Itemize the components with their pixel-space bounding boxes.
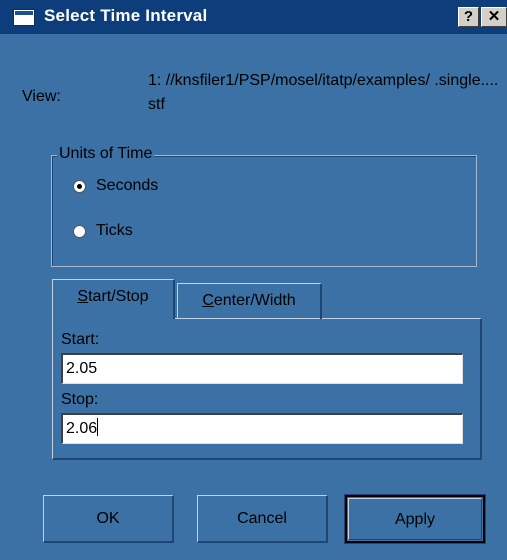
text-caret	[97, 418, 99, 436]
window-icon	[13, 9, 35, 26]
radio-seconds[interactable]: Seconds	[73, 177, 158, 195]
start-label: Start:	[61, 331, 100, 348]
start-input-value: 2.05	[66, 360, 98, 377]
title-bar[interactable]: Select Time Interval ? ✕	[0, 0, 507, 34]
apply-button-label: Apply	[394, 511, 436, 528]
start-input[interactable]: 2.05	[61, 353, 463, 384]
tab-center-width-accelerator: C	[202, 292, 214, 309]
tab-center-width[interactable]: Center/Width	[177, 283, 322, 319]
window-title: Select Time Interval	[44, 6, 208, 25]
stop-input-value: 2.06	[66, 420, 98, 437]
cancel-button[interactable]: Cancel	[197, 495, 328, 543]
tab-start-stop-accelerator: S	[77, 288, 89, 305]
view-label: View:	[22, 88, 61, 105]
stop-input[interactable]: 2.06	[61, 413, 463, 444]
help-button[interactable]: ?	[458, 7, 479, 27]
apply-button[interactable]: Apply	[344, 494, 486, 544]
units-of-time-legend: Units of Time	[57, 145, 155, 163]
radio-ticks[interactable]: Ticks	[73, 222, 133, 240]
tab-center-width-label: enter/Width	[213, 292, 296, 309]
radio-seconds-control[interactable]	[73, 179, 86, 193]
tab-start-stop-label: tart/Stop	[88, 288, 149, 305]
view-path: 1: //knsfiler1/PSP/mosel/itatp/examples/…	[148, 72, 499, 113]
stop-label: Stop:	[61, 391, 99, 408]
ok-button[interactable]: OK	[43, 495, 174, 543]
units-of-time-group	[51, 155, 477, 267]
radio-ticks-control[interactable]	[73, 224, 86, 238]
close-button[interactable]: ✕	[481, 7, 507, 27]
tab-start-stop[interactable]: Start/Stop	[52, 279, 175, 319]
radio-ticks-label: Ticks	[96, 222, 133, 239]
radio-seconds-label: Seconds	[96, 177, 159, 194]
